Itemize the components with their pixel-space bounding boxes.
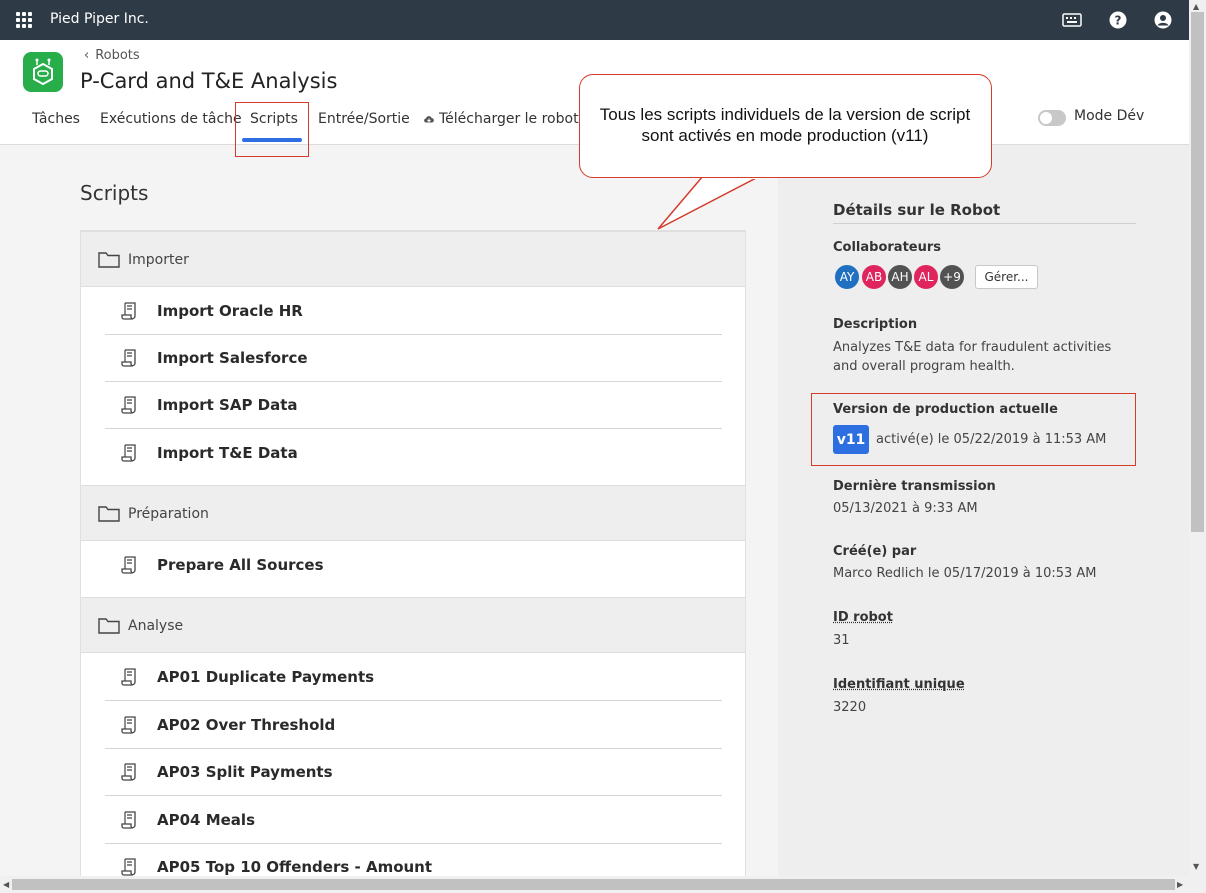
script-icon: [121, 716, 136, 734]
folder-label: Préparation: [128, 506, 209, 522]
script-icon: [121, 302, 136, 320]
cloud-download-icon: [424, 116, 434, 123]
folder-analyse[interactable]: Analyse: [81, 597, 745, 653]
script-icon: [121, 668, 136, 686]
scripts-heading: Scripts: [80, 181, 149, 205]
script-name: Prepare All Sources: [157, 556, 324, 574]
folder-preparation[interactable]: Préparation: [81, 485, 745, 541]
created-by-label: Créé(e) par: [833, 544, 917, 559]
script-name: Import T&E Data: [157, 444, 298, 462]
apps-grid-icon[interactable]: [16, 12, 32, 28]
script-icon: [121, 811, 136, 829]
script-name: Import Salesforce: [157, 349, 308, 367]
manage-collaborators-button[interactable]: Gérer...: [975, 265, 1038, 289]
details-title: Détails sur le Robot: [833, 201, 1001, 219]
script-name: AP03 Split Payments: [157, 763, 333, 781]
breadcrumb[interactable]: ‹ Robots: [84, 48, 140, 63]
script-name: Import Oracle HR: [157, 302, 303, 320]
avatar[interactable]: AB: [860, 263, 888, 291]
script-row[interactable]: AP02 Over Threshold: [105, 702, 722, 749]
folder-icon: [98, 506, 120, 522]
script-row[interactable]: Import Salesforce: [105, 335, 722, 382]
dev-mode-toggle[interactable]: [1038, 110, 1066, 126]
description-label: Description: [833, 317, 918, 332]
script-name: AP01 Duplicate Payments: [157, 668, 375, 686]
script-row[interactable]: Prepare All Sources: [105, 542, 722, 589]
chevron-left-icon: ‹: [84, 48, 90, 63]
user-icon[interactable]: [1153, 10, 1173, 30]
folder-label: Importer: [128, 252, 189, 268]
script-name: AP04 Meals: [157, 811, 255, 829]
folder-icon: [98, 618, 120, 634]
unique-id-label: Identifiant unique: [833, 677, 965, 692]
svg-text:?: ?: [1115, 14, 1122, 28]
tab-download-label: Télécharger le robot: [439, 111, 579, 127]
avatar[interactable]: AH: [886, 263, 914, 291]
unique-id-value: 3220: [833, 700, 867, 715]
last-commit-label: Dernière transmission: [833, 479, 996, 494]
breadcrumb-robots[interactable]: Robots: [95, 48, 139, 63]
script-icon: [121, 763, 136, 781]
collaborators-label: Collaborateurs: [833, 240, 942, 255]
callout-pointer: [657, 176, 761, 230]
scroll-right-arrow-icon[interactable]: ▶: [1177, 880, 1183, 889]
script-name: AP02 Over Threshold: [157, 716, 336, 734]
robot-logo: [23, 52, 63, 92]
script-name: Import SAP Data: [157, 396, 298, 414]
avatar[interactable]: AL: [912, 263, 940, 291]
page-title: P-Card and T&E Analysis: [80, 69, 338, 93]
script-row[interactable]: AP01 Duplicate Payments: [105, 654, 722, 701]
script-row[interactable]: Import T&E Data: [105, 430, 722, 477]
help-icon[interactable]: ?: [1108, 10, 1128, 30]
avatar-overflow-count[interactable]: +9: [938, 263, 966, 291]
tab-entree-sortie[interactable]: Entrée/Sortie: [318, 108, 410, 130]
tab-download-robot[interactable]: Télécharger le robot: [423, 108, 579, 130]
script-row[interactable]: AP04 Meals: [105, 797, 722, 844]
description-text: Analyzes T&E data for fraudulent activit…: [833, 340, 1112, 374]
scripts-list: Importer Import Oracle HR Import Salesfo…: [80, 230, 746, 880]
script-row[interactable]: AP03 Split Payments: [105, 749, 722, 796]
script-icon: [121, 444, 136, 462]
script-row[interactable]: Import SAP Data: [105, 382, 722, 429]
script-name: AP05 Top 10 Offenders - Amount: [157, 858, 433, 876]
script-icon: [121, 858, 136, 876]
keyboard-icon[interactable]: [1062, 10, 1082, 30]
dev-mode-label: Mode Dév: [1074, 108, 1145, 124]
vertical-scroll-thumb[interactable]: [1191, 12, 1204, 532]
script-row[interactable]: AP05 Top 10 Offenders - Amount: [105, 844, 722, 879]
script-icon: [121, 396, 136, 414]
folder-icon: [98, 252, 120, 268]
script-row[interactable]: Import Oracle HR: [105, 288, 722, 335]
tab-executions[interactable]: Exécutions de tâche: [100, 108, 242, 130]
callout-text: Tous les scripts individuels de la versi…: [599, 105, 971, 145]
avatar[interactable]: AY: [833, 263, 861, 291]
scripts-tab-highlight: [235, 102, 309, 157]
scroll-down-arrow-icon[interactable]: ▼: [1193, 862, 1199, 871]
divider: [833, 223, 1136, 224]
script-icon: [121, 556, 136, 574]
robot-id-label: ID robot: [833, 610, 893, 625]
folder-label: Analyse: [128, 618, 184, 634]
scroll-up-arrow-icon[interactable]: ▲: [1193, 2, 1199, 11]
org-name[interactable]: Pied Piper Inc.: [50, 11, 149, 27]
last-commit-value: 05/13/2021 à 9:33 AM: [833, 501, 978, 516]
version-badge: v11: [833, 425, 869, 454]
tab-taches[interactable]: Tâches: [32, 108, 80, 130]
scroll-left-arrow-icon[interactable]: ◀: [3, 880, 9, 889]
top-bar: Pied Piper Inc. ?: [0, 0, 1189, 40]
script-icon: [121, 349, 136, 367]
created-by-value: Marco Redlich le 05/17/2019 à 10:53 AM: [833, 566, 1097, 581]
prod-version-label: Version de production actuelle: [833, 402, 1058, 417]
robot-id-value: 31: [833, 633, 850, 648]
prod-version-activated: activé(e) le 05/22/2019 à 11:53 AM: [876, 432, 1107, 447]
horizontal-scroll-thumb[interactable]: [12, 879, 1175, 890]
folder-importer[interactable]: Importer: [81, 231, 745, 287]
